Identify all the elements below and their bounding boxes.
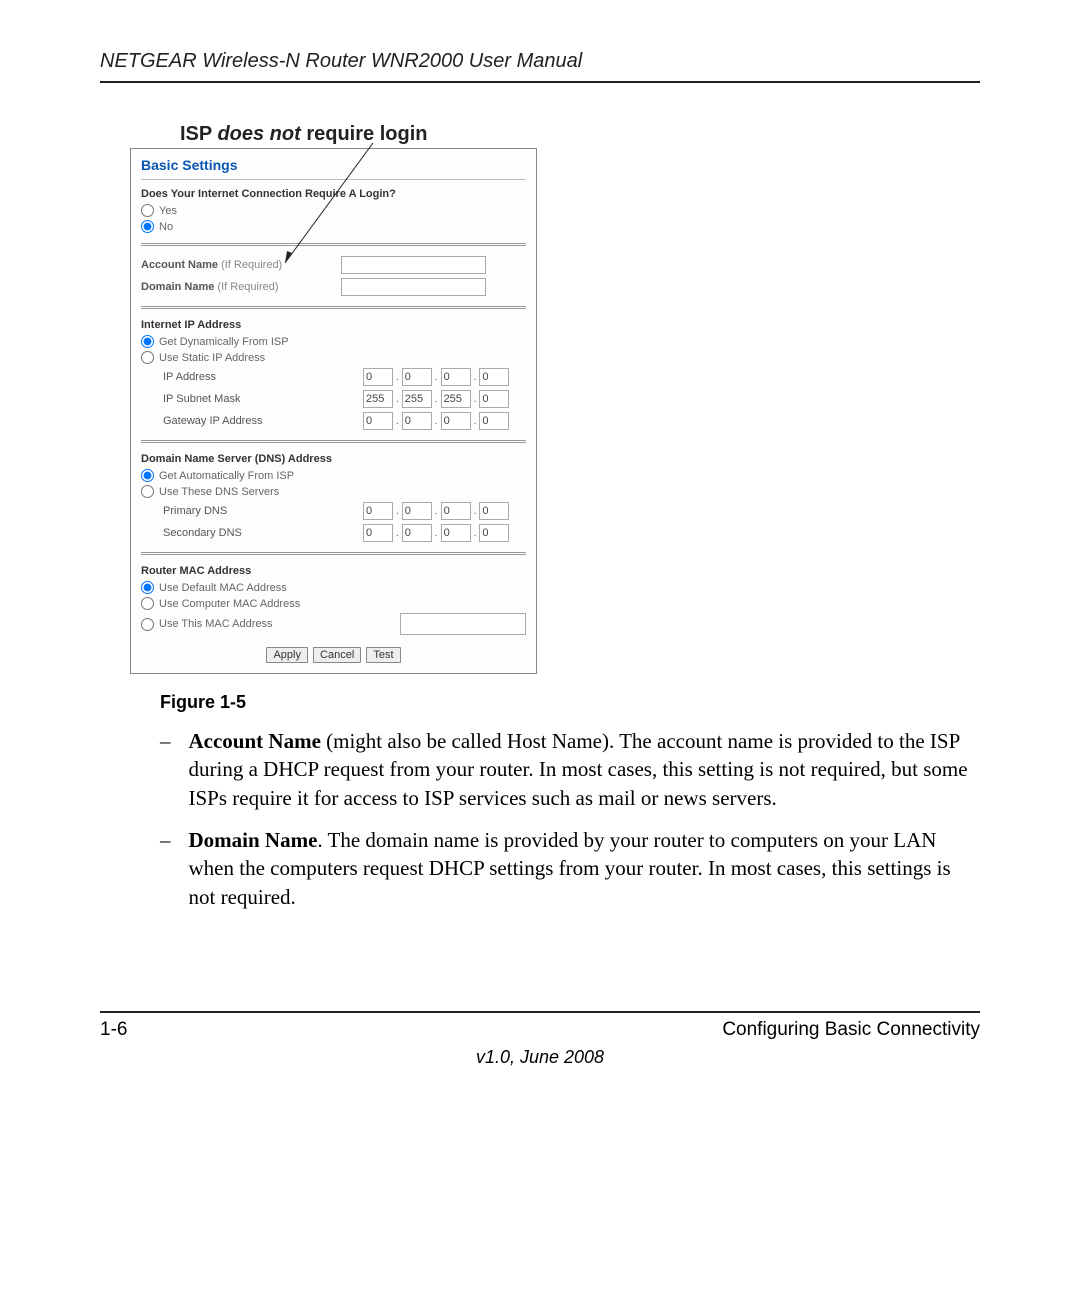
pdns-octet-1[interactable] [363,502,393,520]
ip-static-radio[interactable] [141,351,154,364]
gw-octet-1[interactable] [363,412,393,430]
domain-name-label: Domain Name (If Required) [141,281,341,293]
dns-use-radio[interactable] [141,485,154,498]
login-no-radio[interactable] [141,220,154,233]
ip-static-label: Use Static IP Address [159,352,265,364]
gw-octet-3[interactable] [441,412,471,430]
subnet-mask-octets: . . . [363,390,509,408]
callout-label: ISP does not require login [180,123,980,146]
mask-octet-2[interactable] [402,390,432,408]
gateway-label: Gateway IP Address [141,415,363,427]
primary-dns-octets: . . . [363,502,509,520]
ip-octet-2[interactable] [402,368,432,386]
sdns-octet-3[interactable] [441,524,471,542]
ip-octet-3[interactable] [441,368,471,386]
test-button[interactable]: Test [366,647,400,663]
mac-heading: Router MAC Address [141,565,526,577]
cancel-button[interactable]: Cancel [313,647,361,663]
apply-button[interactable]: Apply [266,647,308,663]
ip-address-octets: . . . [363,368,509,386]
panel-title: Basic Settings [141,157,526,173]
account-name-label: Account Name (If Required) [141,259,341,271]
dns-heading: Domain Name Server (DNS) Address [141,453,526,465]
list-item: – Account Name (might also be called Hos… [160,727,980,812]
ip-dynamic-radio[interactable] [141,335,154,348]
login-yes-radio[interactable] [141,204,154,217]
login-no-label: No [159,221,173,233]
mac-default-radio[interactable] [141,581,154,594]
account-name-input[interactable] [341,256,486,274]
gw-octet-4[interactable] [479,412,509,430]
ip-dynamic-label: Get Dynamically From ISP [159,336,289,348]
internet-ip-heading: Internet IP Address [141,319,526,331]
mac-this-label: Use This MAC Address [159,618,273,630]
login-question: Does Your Internet Connection Require A … [141,188,526,200]
login-yes-label: Yes [159,205,177,217]
footer-version: v1.0, June 2008 [100,1047,980,1068]
mac-this-radio[interactable] [141,618,154,631]
gateway-octets: . . . [363,412,509,430]
page-footer: 1-6 Configuring Basic Connectivity [100,1011,980,1041]
dns-auto-label: Get Automatically From ISP [159,470,294,482]
sdns-octet-1[interactable] [363,524,393,542]
pdns-octet-2[interactable] [402,502,432,520]
secondary-dns-octets: . . . [363,524,509,542]
dns-use-label: Use These DNS Servers [159,486,279,498]
mac-computer-radio[interactable] [141,597,154,610]
gw-octet-2[interactable] [402,412,432,430]
footer-section: Configuring Basic Connectivity [722,1019,980,1041]
description-list: – Account Name (might also be called Hos… [160,727,980,911]
page-header: NETGEAR Wireless-N Router WNR2000 User M… [100,50,980,83]
sdns-octet-4[interactable] [479,524,509,542]
figure-container: Basic Settings Does Your Internet Connec… [130,148,980,674]
subnet-mask-label: IP Subnet Mask [141,393,363,405]
ip-octet-1[interactable] [363,368,393,386]
figure-caption: Figure 1-5 [160,692,980,713]
secondary-dns-label: Secondary DNS [141,527,363,539]
footer-page-number: 1-6 [100,1019,127,1041]
ip-octet-4[interactable] [479,368,509,386]
pdns-octet-3[interactable] [441,502,471,520]
list-item: – Domain Name. The domain name is provid… [160,826,980,911]
ip-address-label: IP Address [141,371,363,383]
dns-auto-radio[interactable] [141,469,154,482]
mask-octet-4[interactable] [479,390,509,408]
mac-default-label: Use Default MAC Address [159,582,287,594]
pdns-octet-4[interactable] [479,502,509,520]
sdns-octet-2[interactable] [402,524,432,542]
mac-address-input[interactable] [400,613,526,635]
domain-name-input[interactable] [341,278,486,296]
primary-dns-label: Primary DNS [141,505,363,517]
mac-computer-label: Use Computer MAC Address [159,598,300,610]
mask-octet-3[interactable] [441,390,471,408]
mask-octet-1[interactable] [363,390,393,408]
basic-settings-panel: Basic Settings Does Your Internet Connec… [130,148,537,674]
